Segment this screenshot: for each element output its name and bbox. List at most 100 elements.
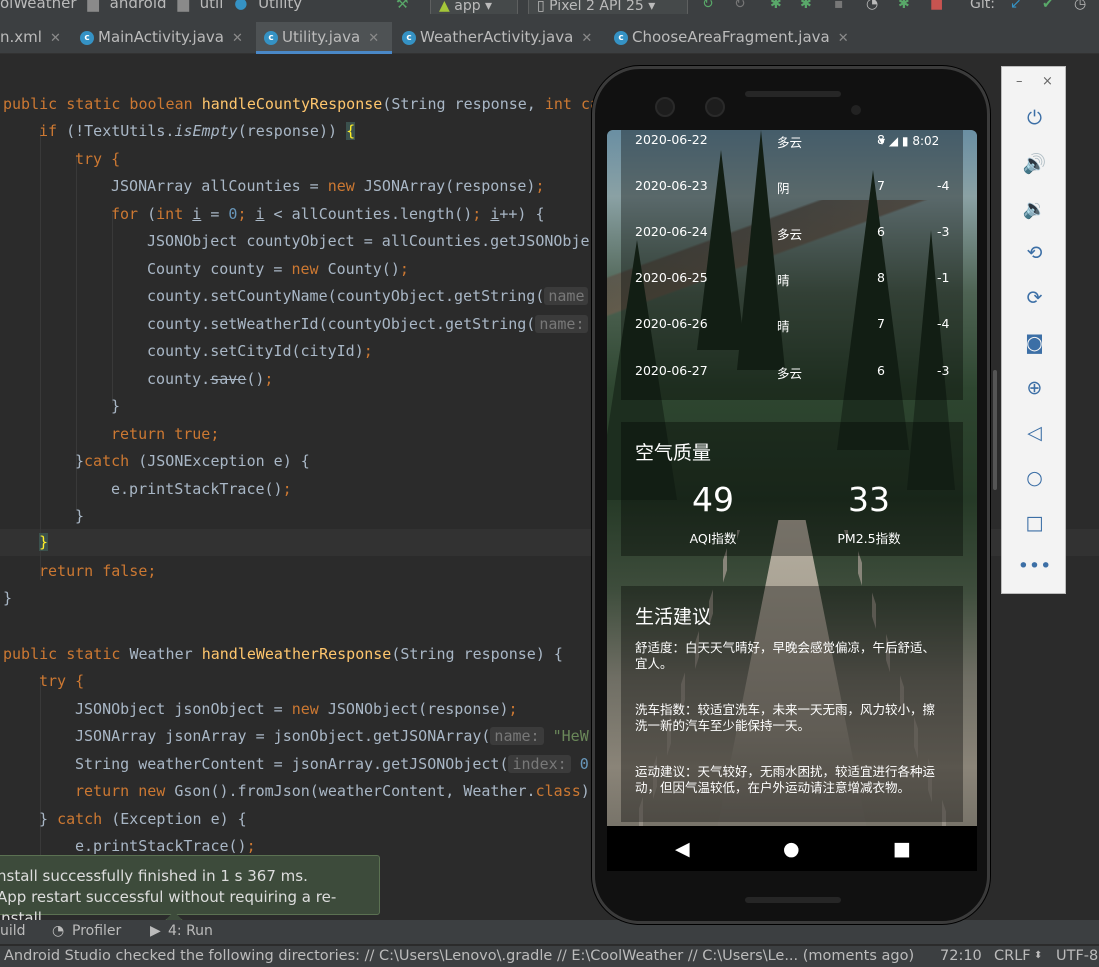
forecast-row: 2020-06-26 晴 7 -4 [607, 316, 977, 336]
git-update-icon[interactable]: ↙ [1010, 0, 1022, 12]
breadcrumb-project[interactable]: olWeather [0, 0, 77, 12]
overview-icon[interactable]: □ [1002, 512, 1067, 534]
breadcrumb-utility[interactable]: Utility [258, 0, 302, 12]
code-line: JSONObject jsonObject = new JSONObject(r… [75, 700, 518, 718]
forecast-weather: 阴 [777, 181, 790, 196]
git-commit-icon[interactable]: ✔ [1042, 0, 1054, 12]
history-icon[interactable]: ◷ [1074, 0, 1086, 12]
power-icon[interactable]: ⏻ [1002, 107, 1067, 129]
forecast-row: 2020-06-25 晴 8 -1 [607, 270, 977, 290]
tab-utility[interactable]: c Utility.java ✕ [256, 22, 392, 54]
code-line: county.setWeatherId(countyObject.getStri… [147, 314, 589, 334]
device-label: Pixel 2 API 25 [549, 0, 644, 14]
attach-debugger-icon[interactable]: ✱ [898, 0, 910, 12]
code-line: county.save(); [147, 370, 274, 388]
home-icon[interactable]: ● [783, 838, 800, 860]
bug-icon[interactable]: ✱ [800, 0, 812, 12]
code-line: e.printStackTrace(); [111, 480, 292, 498]
tab-main-activity[interactable]: c MainActivity.java ✕ [80, 22, 256, 54]
hammer-icon[interactable]: ⚒ [396, 0, 409, 12]
build-tool-button[interactable]: uild [0, 923, 26, 939]
profiler-icon[interactable]: ◔ [866, 0, 878, 12]
tab-weather-activity[interactable]: c WeatherActivity.java ✕ [402, 22, 602, 54]
rotate-left-icon[interactable]: ⟲ [1002, 242, 1067, 264]
breadcrumb-android[interactable]: android [110, 0, 167, 12]
parameter-hint: index: [508, 755, 571, 773]
forecast-weather: 晴 [777, 319, 790, 334]
minimize-icon[interactable]: – [1016, 74, 1023, 89]
debug-icon[interactable]: ✱ [770, 0, 782, 12]
code-line: }catch (JSONException e) { [75, 452, 310, 470]
volume-key[interactable] [993, 370, 997, 490]
forecast-date: 2020-06-27 [635, 363, 708, 378]
status-bar-icons: ▾ ◢ ▮ 8:02 [879, 134, 939, 148]
aqi-label: AQI指数 [689, 531, 737, 546]
pm25-label: PM2.5指数 [837, 531, 901, 546]
back-icon[interactable]: ◀ [675, 838, 690, 860]
line-separator[interactable]: CRLF [994, 948, 1031, 964]
code-line: return new Gson().fromJson(weatherConten… [75, 782, 590, 800]
class-icon: ● [234, 0, 248, 12]
notification-line-1: nstall successfully finished in 1 s 367 … [0, 867, 308, 885]
breadcrumb-util[interactable]: util [200, 0, 224, 12]
code-line: JSONArray jsonArray = jsonObject.getJSON… [75, 727, 589, 745]
class-icon: c [402, 30, 416, 45]
chevron-icon: ⬍ [1034, 950, 1043, 961]
close-icon[interactable]: × [1042, 74, 1053, 89]
tab-label: Utility.java [282, 28, 361, 46]
forecast-min: -3 [937, 363, 950, 378]
forecast-max: 8 [877, 270, 885, 285]
gauge-icon: ◔ [52, 923, 65, 939]
android-nav-bar: ◀ ● ■ [607, 826, 977, 871]
attach-icon[interactable]: ▪ [834, 0, 844, 12]
code-line: County county = new County(); [147, 260, 409, 278]
device-select[interactable]: ▯ Pixel 2 API 25 ▾ [528, 0, 688, 14]
recents-icon[interactable]: ■ [893, 838, 911, 860]
code-line: } [111, 397, 121, 415]
tab-layout-xml[interactable]: n.xml ✕ [0, 22, 66, 54]
caret-position[interactable]: 72:10 [940, 948, 982, 964]
code-line: county.setCityId(cityId); [147, 342, 373, 360]
run-tool-button[interactable]: 4: Run [168, 923, 213, 939]
tab-label: n.xml [0, 28, 42, 46]
status-bar: Android Studio checked the following dir… [0, 945, 1099, 967]
clock: 8:02 [912, 134, 940, 148]
forecast-min: -4 [937, 316, 950, 331]
profiler-tool-button[interactable]: Profiler [72, 923, 121, 939]
close-icon[interactable]: ✕ [232, 31, 243, 46]
close-icon[interactable]: ✕ [368, 31, 379, 46]
top-speaker [745, 91, 841, 97]
code-line: e.printStackTrace(); [75, 837, 256, 855]
apply-code-icon[interactable]: ↻ [734, 0, 746, 12]
forecast-date: 2020-06-25 [635, 270, 708, 285]
run-config-select[interactable]: ▲ app ▾ [430, 0, 518, 14]
android-icon: ▲ [439, 0, 450, 14]
folder-icon: ▆ [87, 0, 99, 12]
code-line: } catch (Exception e) { [39, 810, 247, 828]
zoom-icon[interactable]: ⊕ [1002, 377, 1067, 399]
close-icon[interactable]: ✕ [581, 31, 592, 46]
app-screen[interactable]: 2020-06-22 多云 8 ▾ ◢ ▮ 8:02 2020-06-23 阴 … [607, 130, 977, 871]
volume-up-icon[interactable]: 🔊 [1002, 152, 1067, 175]
install-notification[interactable]: nstall successfully finished in 1 s 367 … [0, 855, 380, 927]
status-message[interactable]: Android Studio checked the following dir… [4, 948, 914, 964]
close-icon[interactable]: ✕ [50, 31, 61, 46]
apply-changes-icon[interactable]: ↻ [702, 0, 714, 12]
folder-icon: ▆ [177, 0, 189, 12]
camera-icon[interactable]: ◙ [1002, 332, 1067, 354]
forecast-weather: 晴 [777, 273, 790, 288]
run-config-label: app [454, 0, 481, 14]
front-sensor [705, 97, 725, 117]
volume-down-icon[interactable]: 🔉 [1002, 197, 1067, 220]
class-icon: c [264, 30, 278, 45]
more-icon[interactable]: ••• [1002, 555, 1067, 577]
home-icon[interactable]: ○ [1002, 467, 1067, 489]
rotate-right-icon[interactable]: ⟳ [1002, 287, 1067, 309]
stop-icon[interactable]: ■ [930, 0, 943, 12]
proximity-sensor [851, 105, 861, 115]
tab-choose-area-fragment[interactable]: c ChooseAreaFragment.java ✕ [614, 22, 854, 54]
back-icon[interactable]: ◁ [1002, 422, 1067, 444]
close-icon[interactable]: ✕ [838, 31, 849, 46]
file-encoding[interactable]: UTF-8 [1056, 948, 1098, 964]
git-label: Git: [970, 0, 995, 12]
